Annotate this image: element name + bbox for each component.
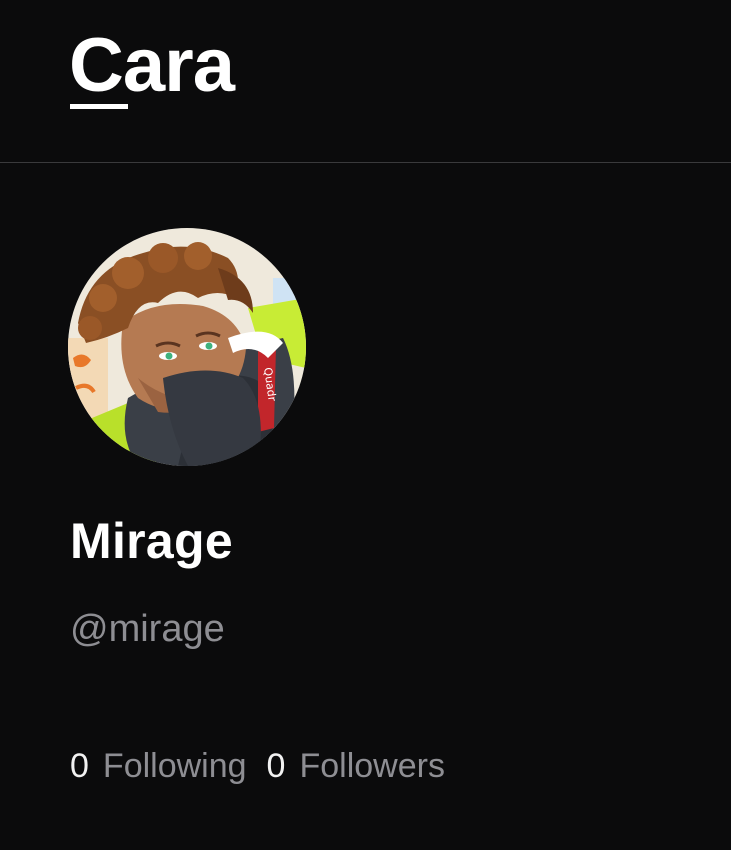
logo-underline-decoration: [70, 104, 128, 109]
profile-page: Cara Quadr Mirage @mirage 0 Following 0 …: [0, 0, 731, 850]
following-label: Following: [102, 747, 247, 785]
followers-label: Followers: [299, 747, 445, 785]
top-bar: Cara: [0, 0, 731, 163]
followers-link[interactable]: 0 Followers: [267, 740, 445, 792]
profile-stats: 0 Following 0 Followers: [70, 740, 465, 792]
following-link[interactable]: 0 Following: [70, 740, 247, 792]
profile-display-name: Mirage: [70, 513, 233, 569]
avatar[interactable]: Quadr: [68, 228, 306, 466]
following-count: 0: [70, 747, 89, 785]
profile-handle: @mirage: [70, 608, 225, 650]
user-avatar-illustration-icon: Quadr: [68, 228, 306, 466]
followers-count: 0: [266, 747, 286, 785]
cara-logo[interactable]: Cara: [69, 18, 235, 114]
